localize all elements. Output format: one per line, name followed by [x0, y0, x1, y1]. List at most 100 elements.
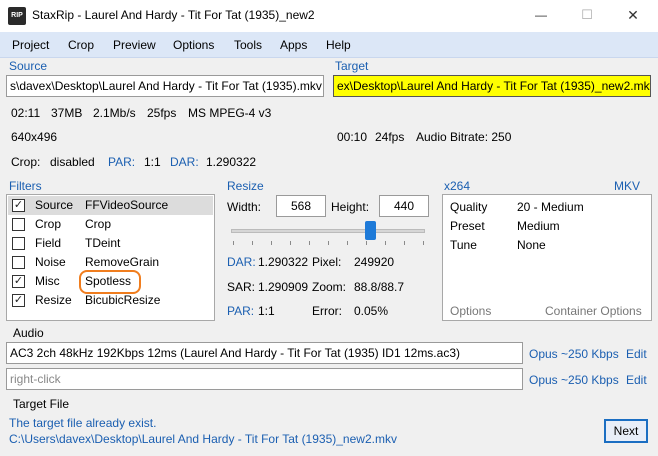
filter-category[interactable]: Misc	[35, 274, 60, 288]
audio-track2-codec[interactable]: Opus ~250 Kbps	[529, 373, 619, 387]
slider-tick	[290, 241, 291, 245]
source-fps: 25fps	[147, 106, 177, 120]
crop-value: disabled	[50, 155, 95, 169]
audio-track1-edit[interactable]: Edit	[626, 347, 647, 361]
zoom-label: Zoom:	[312, 280, 347, 294]
source-path-field[interactable]: s\davex\Desktop\Laurel And Hardy - Tit F…	[6, 75, 324, 97]
filter-category[interactable]: Crop	[35, 217, 61, 231]
sar-label: SAR:	[227, 280, 256, 294]
sar-value: 1.290909	[258, 280, 309, 294]
audio-track1-codec[interactable]: Opus ~250 Kbps	[529, 347, 619, 361]
width-field[interactable]: 568	[276, 195, 326, 217]
pixel-value: 249920	[354, 255, 395, 269]
filter-checkbox[interactable]	[12, 218, 25, 231]
filter-checkbox[interactable]	[12, 237, 25, 250]
target-fps: 24fps	[375, 130, 405, 144]
menu-preview[interactable]: Preview	[113, 38, 156, 52]
source-par-label[interactable]: PAR:	[108, 155, 135, 169]
source-bitrate: 2.1Mb/s	[93, 106, 136, 120]
filter-checkbox[interactable]: ✓	[12, 294, 25, 307]
title-bar: RIP StaxRip - Laurel And Hardy - Tit For…	[0, 0, 658, 32]
pixel-label: Pixel:	[312, 255, 342, 269]
maximize-button[interactable]: ☐	[564, 0, 610, 30]
filter-category[interactable]: Source	[35, 198, 73, 212]
error-label: Error:	[312, 304, 342, 318]
slider-tick	[366, 241, 367, 245]
filter-checkbox[interactable]: ✓	[12, 199, 25, 212]
close-button[interactable]: ✕	[610, 0, 656, 30]
minimize-icon: —	[535, 8, 547, 22]
source-dar-label[interactable]: DAR:	[170, 155, 199, 169]
target-file-label: Target File	[13, 397, 70, 411]
menu-bar: Project Crop Preview Options Tools Apps …	[0, 32, 658, 58]
source-codec: MS MPEG-4 v3	[188, 106, 272, 120]
annotation-ring	[79, 270, 141, 294]
encoder-value: Medium	[517, 219, 560, 233]
menu-apps[interactable]: Apps	[280, 38, 307, 52]
target-file-path[interactable]: C:\Users\davex\Desktop\Laurel And Hardy …	[9, 432, 397, 446]
height-label: Height:	[331, 200, 370, 214]
zoom-value: 88.8/88.7	[354, 280, 405, 294]
container-label[interactable]: MKV	[614, 179, 640, 193]
filter-value[interactable]: BicubicResize	[85, 293, 160, 307]
slider-tick	[347, 241, 348, 245]
audio-track2-field[interactable]: right-click	[6, 368, 523, 390]
filter-checkbox[interactable]	[12, 256, 25, 269]
resize-dar-label[interactable]: DAR:	[227, 255, 256, 269]
filter-value[interactable]: TDeint	[85, 236, 120, 250]
crop-label: Crop:	[11, 155, 41, 169]
resize-par-label[interactable]: PAR:	[227, 304, 254, 318]
menu-help[interactable]: Help	[326, 38, 351, 52]
encoder-label[interactable]: x264	[444, 179, 470, 193]
menu-options[interactable]: Options	[173, 38, 214, 52]
maximize-icon: ☐	[581, 7, 593, 22]
filter-category[interactable]: Resize	[35, 293, 72, 307]
target-file-message: The target file already exist.	[9, 416, 157, 430]
encoder-key: Quality	[450, 200, 488, 214]
source-par-value: 1:1	[144, 155, 161, 169]
slider-tick	[404, 241, 405, 245]
menu-project[interactable]: Project	[12, 38, 49, 52]
slider-tick	[328, 241, 329, 245]
slider-tick	[385, 241, 386, 245]
audio-label: Audio	[13, 326, 44, 340]
filters-label: Filters	[9, 179, 42, 193]
resize-slider-thumb[interactable]	[365, 221, 377, 240]
filter-value[interactable]: RemoveGrain	[85, 255, 159, 269]
close-icon: ✕	[627, 6, 639, 23]
slider-tick	[271, 241, 272, 245]
source-duration: 02:11	[11, 106, 41, 120]
target-label: Target	[335, 59, 369, 73]
encoder-key: Tune	[450, 238, 477, 252]
filter-checkbox[interactable]: ✓	[12, 275, 25, 288]
menu-tools[interactable]: Tools	[234, 38, 262, 52]
source-resolution: 640x496	[11, 130, 58, 144]
audio-track1-field[interactable]: AC3 2ch 48kHz 192Kbps 12ms (Laurel And H…	[6, 342, 523, 364]
container-options-link[interactable]: Container Options	[545, 304, 642, 318]
app-icon: RIP	[8, 7, 26, 25]
error-value: 0.05%	[354, 304, 389, 318]
resize-par-value: 1:1	[258, 304, 275, 318]
minimize-button[interactable]: —	[518, 0, 564, 30]
target-path-field[interactable]: ex\Desktop\Laurel And Hardy - Tit For Ta…	[333, 75, 651, 97]
height-field[interactable]: 440	[379, 195, 429, 217]
target-audio-bitrate: Audio Bitrate: 250	[416, 130, 512, 144]
filter-category[interactable]: Noise	[35, 255, 66, 269]
window-title: StaxRip - Laurel And Hardy - Tit For Tat…	[32, 8, 315, 22]
resize-slider-track[interactable]	[231, 229, 425, 233]
next-button[interactable]: Next	[604, 419, 648, 443]
slider-tick	[423, 241, 424, 245]
audio-track2-edit[interactable]: Edit	[626, 373, 647, 387]
resize-label: Resize	[227, 179, 264, 193]
filter-value[interactable]: Crop	[85, 217, 111, 231]
width-label: Width:	[227, 200, 262, 214]
menu-crop[interactable]: Crop	[68, 38, 94, 52]
resize-dar-value: 1.290322	[258, 255, 309, 269]
encoder-options-link[interactable]: Options	[450, 304, 491, 318]
source-size: 37MB	[51, 106, 83, 120]
filter-category[interactable]: Field	[35, 236, 61, 250]
target-duration: 00:10	[337, 130, 368, 144]
encoder-value: 20 - Medium	[517, 200, 584, 214]
filter-value[interactable]: FFVideoSource	[85, 198, 168, 212]
source-label: Source	[9, 59, 48, 73]
